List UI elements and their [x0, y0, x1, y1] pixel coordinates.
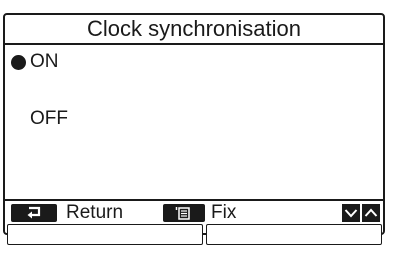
chevron-down-icon[interactable]: [342, 204, 360, 222]
return-key[interactable]: Return: [11, 202, 124, 223]
return-label: Return: [66, 202, 124, 223]
option-on[interactable]: ON: [11, 49, 59, 75]
title-bar: Clock synchronisation: [5, 15, 383, 45]
page-title: Clock synchronisation: [87, 16, 301, 41]
fix-key[interactable]: Fix: [163, 202, 237, 223]
chevron-up-icon[interactable]: [362, 204, 380, 222]
softkey-row: [5, 221, 383, 245]
option-off[interactable]: OFF: [11, 106, 68, 132]
right-softkey[interactable]: [206, 224, 382, 245]
screen-frame: Clock synchronisation ON OFF Return Fix: [3, 13, 385, 245]
return-arrow-icon: [11, 204, 57, 222]
menu-icon: [163, 204, 205, 222]
left-softkey[interactable]: [7, 224, 203, 245]
footer-bar: Return Fix: [5, 199, 383, 223]
fix-label: Fix: [211, 202, 237, 223]
selected-indicator-icon: [11, 54, 26, 70]
navigation-arrows: [342, 204, 380, 222]
option-off-label: OFF: [30, 108, 68, 129]
unselected-indicator-icon: [11, 112, 26, 127]
option-on-label: ON: [30, 51, 59, 72]
controller-screen: Clock synchronisation ON OFF Return Fix: [0, 0, 393, 253]
